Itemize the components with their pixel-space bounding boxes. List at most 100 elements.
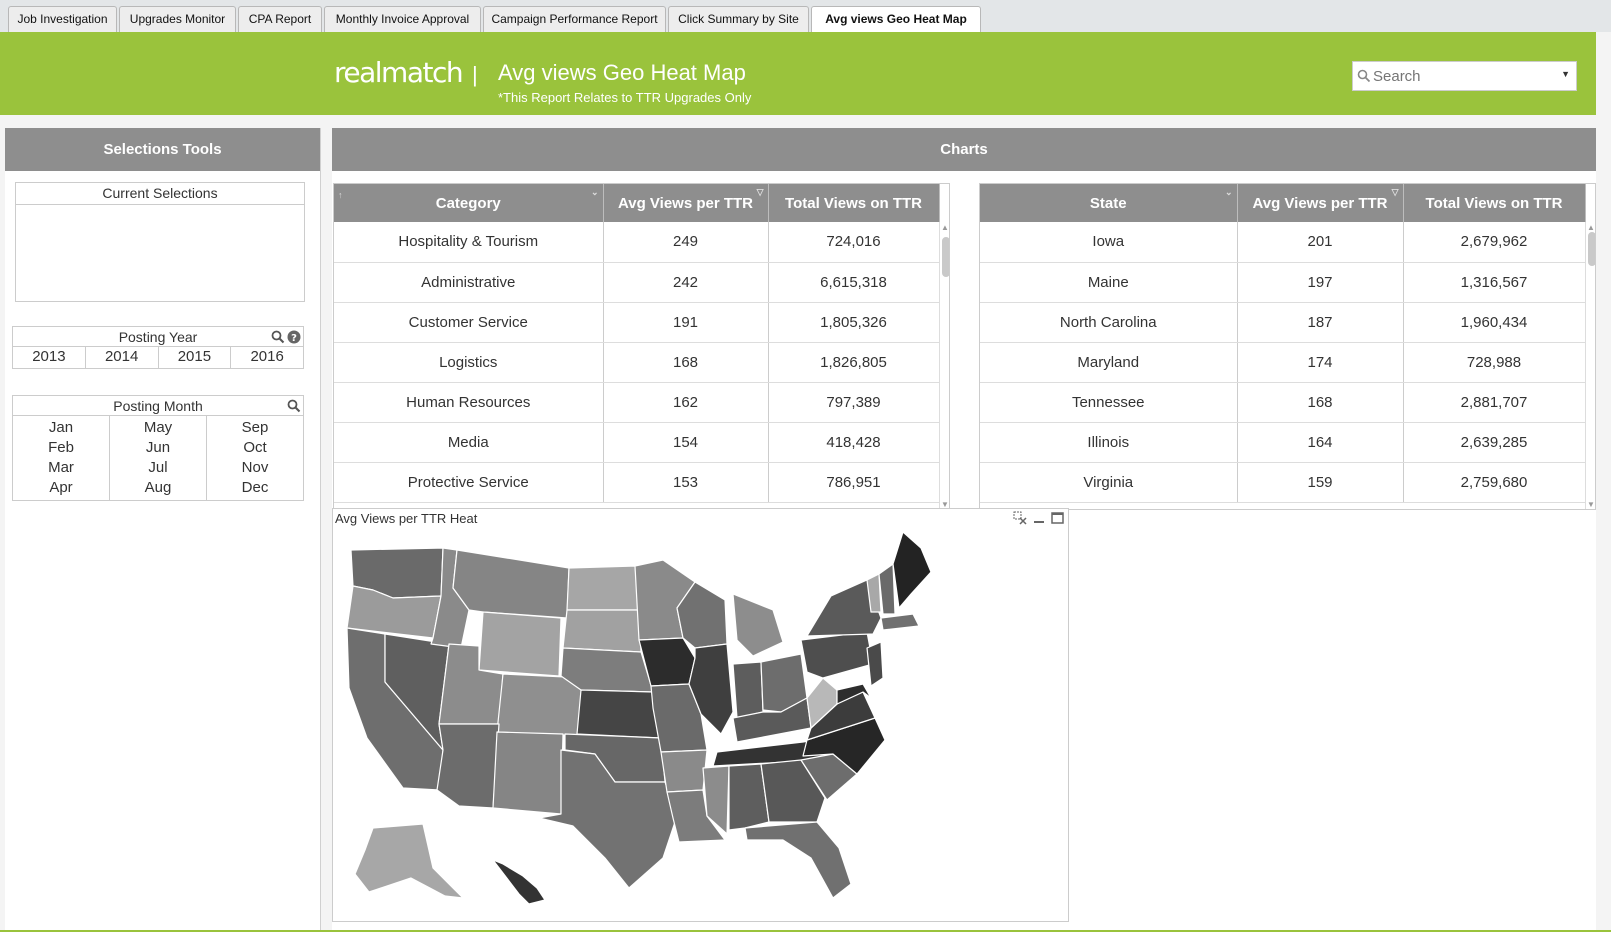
- category-table-cell[interactable]: 786,951: [768, 462, 940, 503]
- month-sep[interactable]: Sep: [207, 418, 303, 438]
- state-table-row[interactable]: Virginia 159 2,759,680: [980, 462, 1586, 503]
- month-feb[interactable]: Feb: [13, 438, 109, 458]
- filter-icon[interactable]: ▽: [757, 187, 764, 198]
- filter-icon[interactable]: ▽: [1392, 187, 1399, 198]
- state-table-cell[interactable]: Illinois: [980, 422, 1238, 463]
- month-jun[interactable]: Jun: [110, 438, 206, 458]
- month-jul[interactable]: Jul: [110, 458, 206, 478]
- category-table-cell[interactable]: 154: [603, 422, 769, 463]
- category-table-row[interactable]: Media 154 418,428: [334, 422, 940, 463]
- state-table-row[interactable]: Maryland 174 728,988: [980, 342, 1586, 383]
- state-table-cell[interactable]: 159: [1237, 462, 1404, 503]
- year-value-2015[interactable]: 2015: [159, 347, 232, 368]
- tab-monthly-invoice-approval[interactable]: Monthly Invoice Approval: [324, 6, 481, 32]
- state-table-cell[interactable]: 2,679,962: [1403, 222, 1586, 263]
- year-value-2014[interactable]: 2014: [86, 347, 159, 368]
- total-views-column-header[interactable]: Total Views on TTR: [768, 184, 940, 222]
- category-table-cell[interactable]: 249: [603, 222, 769, 263]
- tab-click-summary-by-site[interactable]: Click Summary by Site: [668, 6, 809, 32]
- state-table-cell[interactable]: 1,316,567: [1403, 262, 1586, 303]
- state-table-row[interactable]: Tennessee 168 2,881,707: [980, 382, 1586, 423]
- state-table-cell[interactable]: 197: [1237, 262, 1404, 303]
- category-table-cell[interactable]: 153: [603, 462, 769, 503]
- category-table-cell[interactable]: 1,805,326: [768, 302, 940, 343]
- scrollbar-thumb[interactable]: [1588, 232, 1595, 266]
- category-table-row[interactable]: Logistics 168 1,826,805: [334, 342, 940, 383]
- month-aug[interactable]: Aug: [110, 478, 206, 498]
- state-table-cell[interactable]: 2,881,707: [1403, 382, 1586, 423]
- month-mar[interactable]: Mar: [13, 458, 109, 478]
- category-table-row[interactable]: Administrative 242 6,615,318: [334, 262, 940, 303]
- chevron-down-icon[interactable]: ▼: [1561, 69, 1570, 79]
- state-total-views-column-header[interactable]: Total Views on TTR: [1403, 184, 1586, 222]
- us-states-map[interactable]: [333, 528, 1068, 920]
- category-table-cell[interactable]: Customer Service: [334, 302, 604, 343]
- category-table-cell[interactable]: 168: [603, 342, 769, 383]
- category-table-cell[interactable]: Protective Service: [334, 462, 604, 503]
- tab-campaign-performance-report[interactable]: Campaign Performance Report: [483, 6, 666, 32]
- tab-upgrades-monitor[interactable]: Upgrades Monitor: [119, 6, 236, 32]
- category-table-row[interactable]: Human Resources 162 797,389: [334, 382, 940, 423]
- tab-cpa-report[interactable]: CPA Report: [238, 6, 322, 32]
- category-table-cell[interactable]: 418,428: [768, 422, 940, 463]
- month-oct[interactable]: Oct: [207, 438, 303, 458]
- month-jan[interactable]: Jan: [13, 418, 109, 438]
- state-table-cell[interactable]: 728,988: [1403, 342, 1586, 383]
- category-table-cell[interactable]: 724,016: [768, 222, 940, 263]
- map-state-new-mexico: [492, 731, 564, 815]
- month-apr[interactable]: Apr: [13, 478, 109, 498]
- state-table-cell[interactable]: Maine: [980, 262, 1238, 303]
- search-icon[interactable]: [271, 329, 285, 349]
- tab-avg-views-geo-heat-map[interactable]: Avg views Geo Heat Map: [811, 6, 981, 33]
- search-input[interactable]: [1373, 66, 1553, 86]
- category-table-cell[interactable]: 1,826,805: [768, 342, 940, 383]
- category-table-cell[interactable]: 191: [603, 302, 769, 343]
- state-table-cell[interactable]: 2,639,285: [1403, 422, 1586, 463]
- state-table-cell[interactable]: Virginia: [980, 462, 1238, 503]
- category-table-cell[interactable]: 797,389: [768, 382, 940, 423]
- category-table-cell[interactable]: Human Resources: [334, 382, 604, 423]
- state-table-row[interactable]: Illinois 164 2,639,285: [980, 422, 1586, 463]
- category-table-row[interactable]: Protective Service 153 786,951: [334, 462, 940, 503]
- category-table-cell[interactable]: Logistics: [334, 342, 604, 383]
- category-table-cell[interactable]: 242: [603, 262, 769, 303]
- avg-views-column-header[interactable]: Avg Views per TTR ▽: [603, 184, 769, 222]
- state-table-cell[interactable]: North Carolina: [980, 302, 1238, 343]
- month-dec[interactable]: Dec: [207, 478, 303, 498]
- category-table-cell[interactable]: 6,615,318: [768, 262, 940, 303]
- state-table-row[interactable]: Maine 197 1,316,567: [980, 262, 1586, 303]
- state-table-cell[interactable]: 174: [1237, 342, 1404, 383]
- month-may[interactable]: May: [110, 418, 206, 438]
- category-column-header[interactable]: ↑ Category ⌄: [334, 184, 604, 222]
- month-nov[interactable]: Nov: [207, 458, 303, 478]
- category-table-cell[interactable]: Hospitality & Tourism: [334, 222, 604, 263]
- state-table-row[interactable]: Iowa 201 2,679,962: [980, 222, 1586, 263]
- search-icon[interactable]: [287, 398, 301, 418]
- category-table-row[interactable]: Hospitality & Tourism 249 724,016: [334, 222, 940, 263]
- state-avg-views-column-header[interactable]: Avg Views per TTR ▽: [1237, 184, 1404, 222]
- state-table-cell[interactable]: Maryland: [980, 342, 1238, 383]
- state-table-cell[interactable]: 1,960,434: [1403, 302, 1586, 343]
- category-table-cell[interactable]: Media: [334, 422, 604, 463]
- category-table-cell[interactable]: Administrative: [334, 262, 604, 303]
- state-table-cell[interactable]: Tennessee: [980, 382, 1238, 423]
- state-table-cell[interactable]: 187: [1237, 302, 1404, 343]
- tab-job-investigation[interactable]: Job Investigation: [8, 6, 117, 32]
- state-table-scrollbar[interactable]: ▲ ▼: [1585, 222, 1595, 509]
- state-table-cell[interactable]: 2,759,680: [1403, 462, 1586, 503]
- category-table-row[interactable]: Customer Service 191 1,805,326: [334, 302, 940, 343]
- category-table-scrollbar[interactable]: ▲ ▼: [939, 222, 949, 509]
- category-table-cell[interactable]: 162: [603, 382, 769, 423]
- year-value-2016[interactable]: 2016: [231, 347, 303, 368]
- state-table-cell[interactable]: 201: [1237, 222, 1404, 263]
- state-column-header[interactable]: State ⌄: [980, 184, 1238, 222]
- year-value-2013[interactable]: 2013: [13, 347, 86, 368]
- state-table-row[interactable]: North Carolina 187 1,960,434: [980, 302, 1586, 343]
- scrollbar-thumb[interactable]: [942, 237, 949, 277]
- state-table-cell[interactable]: Iowa: [980, 222, 1238, 263]
- search-box[interactable]: ▼: [1352, 61, 1577, 91]
- current-selections-box[interactable]: Current Selections: [15, 182, 305, 302]
- state-table-cell[interactable]: 164: [1237, 422, 1404, 463]
- help-icon[interactable]: ?: [287, 329, 301, 349]
- state-table-cell[interactable]: 168: [1237, 382, 1404, 423]
